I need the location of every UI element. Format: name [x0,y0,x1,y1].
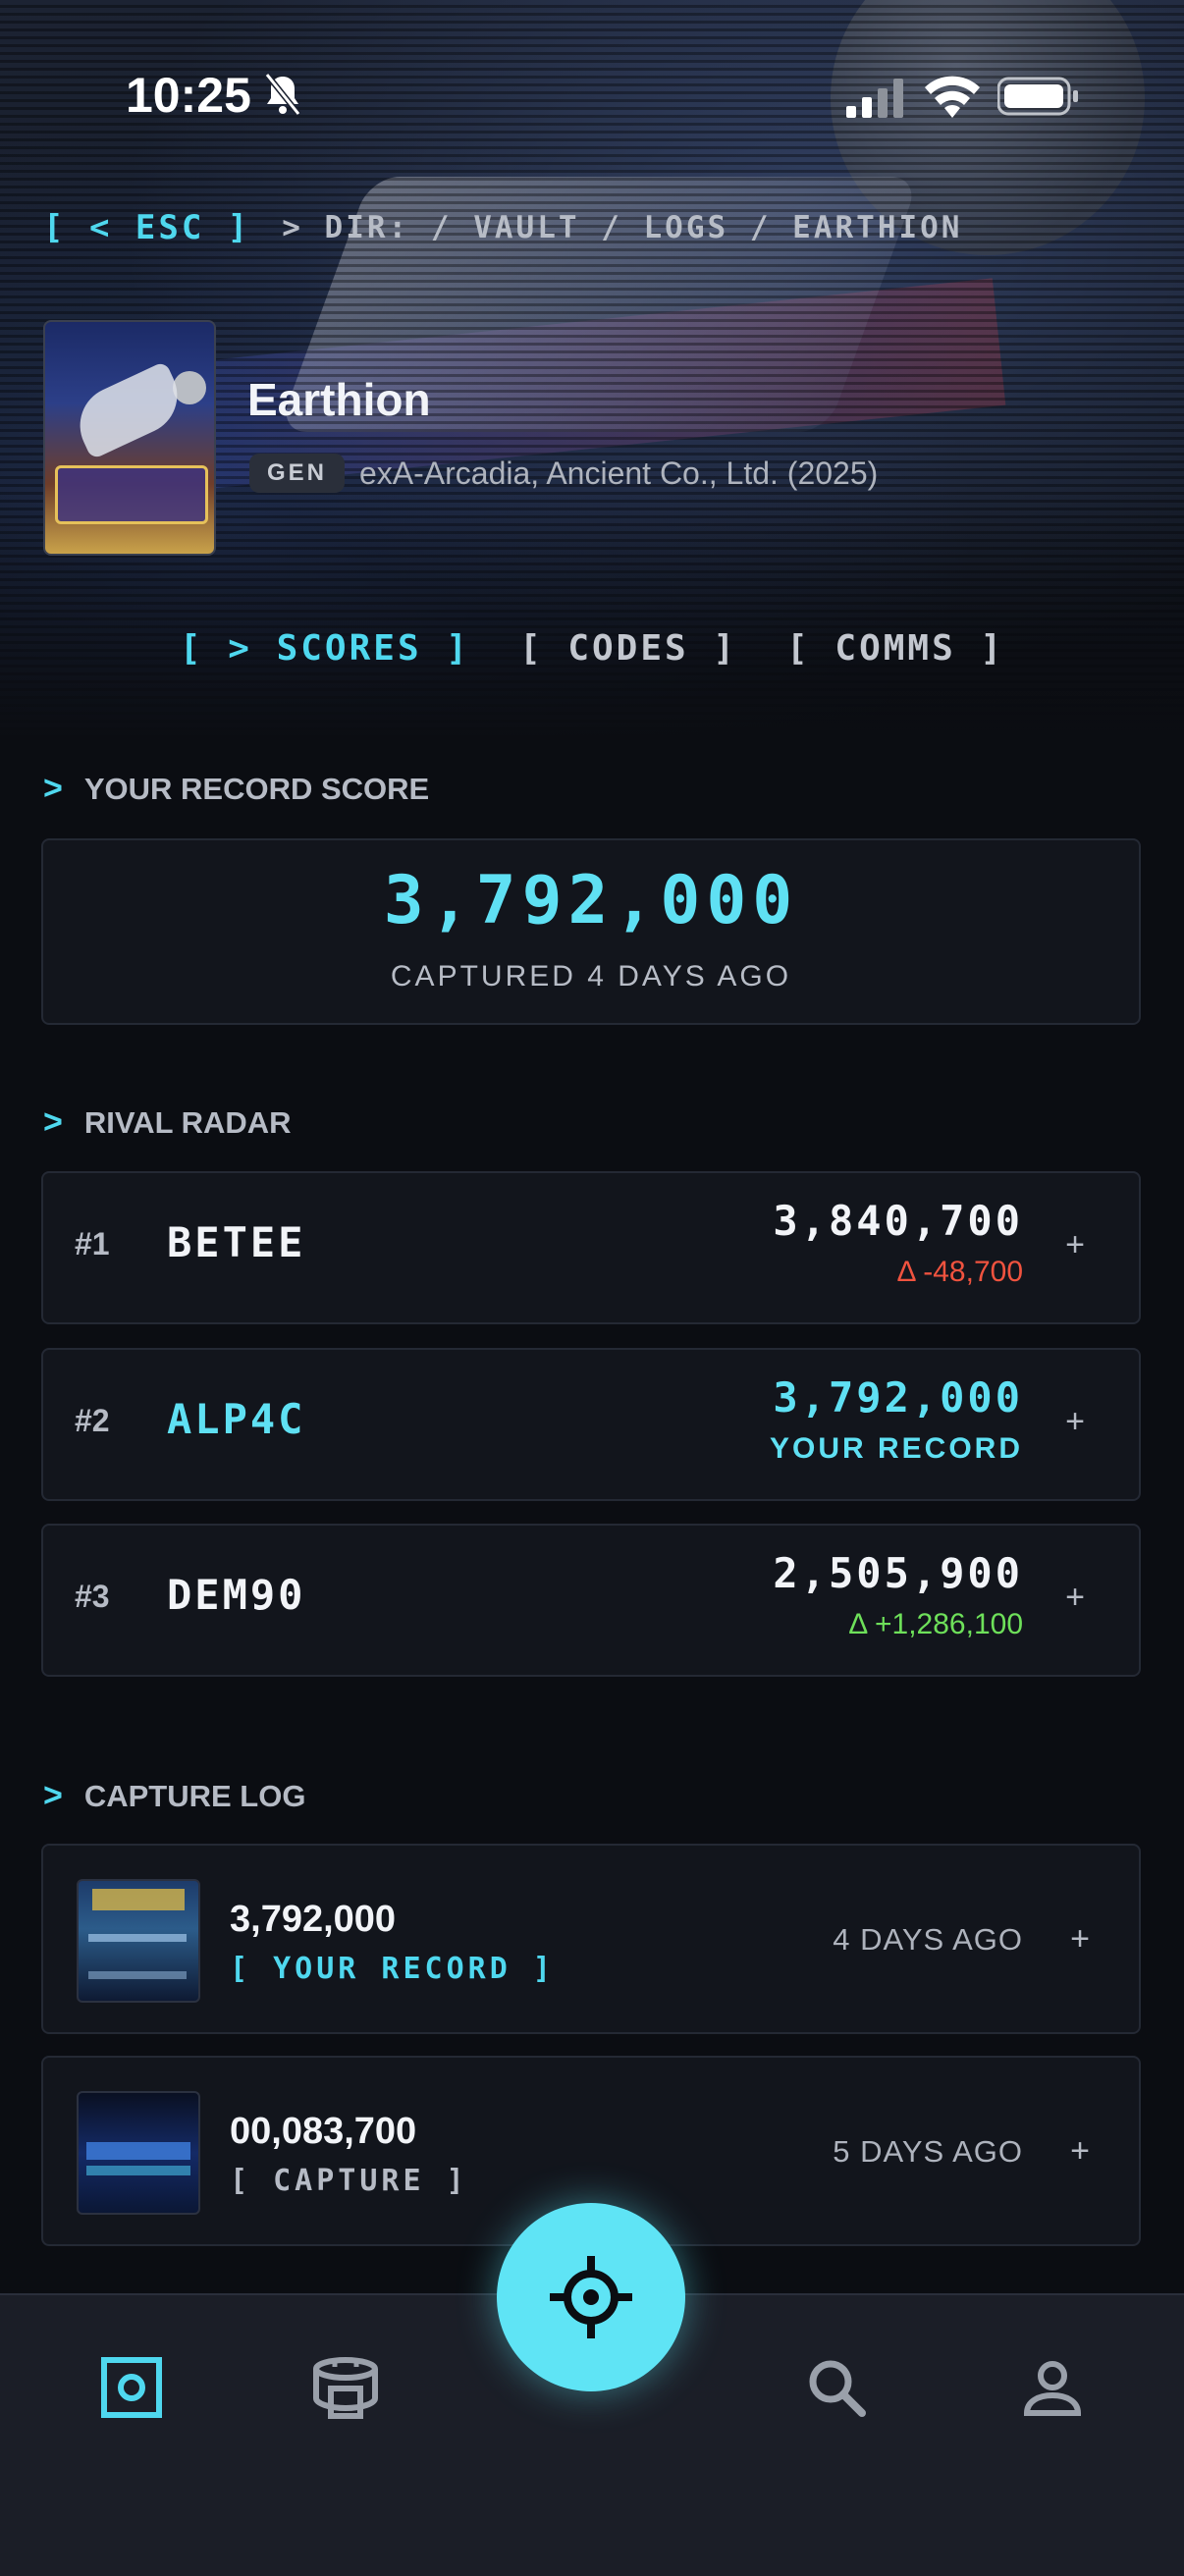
status-bar: 10:25 [0,59,1184,128]
capture-thumbnail [77,1879,200,2003]
record-score-value: 3,792,000 [383,862,799,939]
rival-row[interactable]: #3 DEM90 2,505,900 Δ +1,286,100 + [41,1524,1141,1677]
rival-section-header: > RIVAL RADAR [43,1103,292,1142]
tab-comms[interactable]: [ COMMS ] [786,628,1004,669]
bell-muted-icon [264,73,301,116]
plus-icon[interactable]: + [1060,1405,1090,1438]
nav-search[interactable] [797,2348,876,2427]
plus-icon[interactable]: + [1060,1581,1090,1614]
rival-score: 2,505,900 [773,1549,1023,1597]
cover-logo [55,465,208,524]
section-label: CAPTURE LOG [83,1778,306,1813]
capture-tag: [ CAPTURE ] [230,2164,468,2198]
nav-vault[interactable] [92,2348,171,2427]
cellular-signal-icon [846,79,903,118]
esc-button[interactable]: [ < ESC ] [43,208,250,247]
game-cover-art [43,320,216,556]
thumb-banner [92,1889,185,1910]
capture-tag: [ YOUR RECORD ] [230,1952,555,1986]
tab-scores[interactable]: [ > SCORES ] [180,628,470,669]
breadcrumb: [ < ESC ] > DIR: / VAULT / LOGS / EARTHI… [43,208,962,247]
capture-score: 3,792,000 [230,1899,397,1940]
capture-fab-button[interactable] [497,2203,685,2391]
section-label: YOUR RECORD SCORE [83,771,430,806]
plus-icon[interactable]: + [1070,1922,1090,1956]
platform-badge: GEN [249,454,346,493]
game-publisher: exA-Arcadia, Ancient Co., Ltd. (2025) [359,456,879,491]
thumb-bar [86,2166,190,2175]
rival-score: 3,792,000 [773,1373,1023,1422]
tab-codes[interactable]: [ CODES ] [519,628,737,669]
rival-score: 3,840,700 [773,1197,1023,1245]
capture-thumbnail [77,2091,200,2215]
chevron-right-icon: > [43,770,63,807]
thumb-line [88,1934,187,1942]
plus-icon[interactable]: + [1070,2134,1090,2168]
section-label: RIVAL RADAR [83,1104,292,1140]
rival-delta: Δ +1,286,100 [848,1608,1023,1640]
rival-row[interactable]: #2 ALP4C 3,792,000 YOUR RECORD + [41,1348,1141,1501]
rival-row[interactable]: #1 BETEE 3,840,700 Δ -48,700 + [41,1171,1141,1324]
capture-section-header: > CAPTURE LOG [43,1777,305,1815]
rival-name: ALP4C [167,1395,306,1443]
chevron-right-icon: > [43,1103,63,1141]
rival-name: DEM90 [167,1571,306,1619]
nav-profile[interactable] [1013,2348,1092,2427]
capture-time: 4 DAYS AGO [833,1922,1023,1957]
thumb-bar [86,2142,190,2160]
search-icon [809,2360,866,2417]
record-captured-text: CAPTURED 4 DAYS AGO [390,960,792,993]
capture-row[interactable]: 3,792,000 [ YOUR RECORD ] 4 DAYS AGO + [41,1844,1141,2034]
capture-time: 5 DAYS AGO [833,2134,1023,2169]
vault-icon [101,2357,162,2418]
rival-delta: Δ -48,700 [896,1256,1023,1288]
rival-rank: #2 [75,1403,110,1438]
battery-icon [997,77,1078,116]
nav-arcade[interactable] [306,2348,385,2427]
cover-moon [173,371,206,404]
record-section-header: > YOUR RECORD SCORE [43,770,429,808]
wifi-icon [925,76,980,118]
capture-score: 00,083,700 [230,2111,417,2152]
status-time: 10:25 [126,68,251,123]
profile-icon [1023,2361,1082,2416]
game-title: Earthion [247,374,431,425]
crosshair-icon [550,2256,632,2338]
thumb-line [88,1971,187,1979]
record-score-card: 3,792,000 CAPTURED 4 DAYS AGO [41,838,1141,1025]
rival-name: BETEE [167,1218,306,1266]
tab-bar: [ > SCORES ] [ CODES ] [ COMMS ] [0,628,1184,669]
plus-icon[interactable]: + [1060,1228,1090,1261]
chevron-right-icon: > [43,1777,63,1814]
rival-rank: #3 [75,1579,110,1614]
rival-rank: #1 [75,1226,110,1261]
breadcrumb-path: > DIR: / VAULT / LOGS / EARTHION [282,210,963,245]
cover-ship [67,360,190,460]
arcade-cabinet-icon [313,2357,378,2419]
your-record-label: YOUR RECORD [769,1432,1023,1465]
